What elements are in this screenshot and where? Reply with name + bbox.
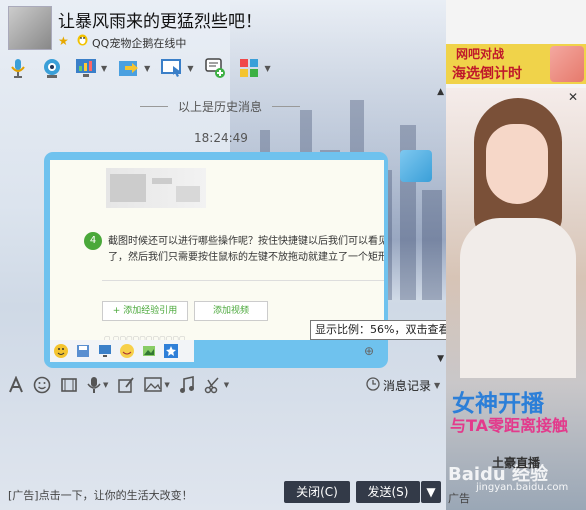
ad-banner-line1: 网吧对战 (456, 47, 505, 61)
music-icon[interactable] (179, 375, 195, 395)
chat-window: 让暴风雨来的更猛烈些吧！ ★ QQ宠物企鹅在线中 — ☐ ✕ ▼ (0, 0, 586, 510)
send-button[interactable]: 发送(S) (356, 481, 420, 503)
bottom-bar: [广告]点击一下，让你的生活大改变！ 关闭(C) 发送(S) ▼ (0, 478, 446, 510)
input-toolbar: ▼ ▼ ▼ 消息记录 ▼ (0, 370, 446, 400)
chevron-down-icon[interactable]: ▼ (187, 64, 193, 73)
voice-message-icon[interactable]: ▼ (87, 375, 108, 395)
ad-banner-line2: 海选倒计时 (452, 66, 522, 82)
more-apps-button[interactable]: ▼ (237, 55, 276, 81)
add-video-button: 添加视频 (194, 301, 268, 321)
screenshot-image[interactable]: 4 截图时候还可以进行哪些操作呢？按住快捷键以后我们可以看见我们的 了，然后我们… (50, 160, 384, 340)
step-description: 截图时候还可以进行哪些操作呢？按住快捷键以后我们可以看见我们的 了，然后我们只需… (108, 234, 384, 266)
chat-header: 让暴风雨来的更猛烈些吧！ ★ QQ宠物企鹅在线中 (0, 0, 446, 52)
chat-toolbar: ▼ ▼ ▼ ▼ (6, 54, 277, 82)
favorite-star-icon[interactable] (162, 342, 180, 360)
screenshot-thumbnail (106, 168, 206, 208)
add-app-icon (203, 57, 227, 79)
penguin-pet-icon (76, 33, 89, 49)
remote-desktop-button[interactable]: ▼ (74, 55, 113, 81)
message-area[interactable]: 以上是历史消息 18:24:49 ▲ ▼ 4 截图时候还可以进行哪些操作呢？按住… (0, 86, 477, 368)
scissors-icon[interactable]: ▼ (204, 375, 229, 395)
chevron-down-icon: ▼ (426, 485, 436, 499)
screen-icon[interactable] (96, 342, 114, 360)
screen-share-button[interactable]: ▼ (160, 55, 199, 81)
add-experience-button: + 添加经验引用 (102, 301, 188, 321)
message-timestamp: 18:24:49 (194, 131, 248, 145)
save-image-icon[interactable] (74, 342, 92, 360)
video-call-icon (40, 57, 64, 79)
screenshot-icon[interactable] (117, 375, 135, 395)
file-transfer-icon (117, 57, 141, 79)
scroll-down-icon[interactable]: ▼ (437, 354, 444, 364)
zoom-icon[interactable]: ⊕ (364, 344, 374, 358)
scroll-up-icon[interactable]: ▲ (437, 87, 444, 97)
message-history-button[interactable]: 消息记录 ▼ (366, 377, 440, 394)
chevron-down-icon[interactable]: ▼ (264, 64, 270, 73)
history-divider: 以上是历史消息 (130, 98, 310, 115)
font-icon[interactable] (8, 375, 24, 395)
close-button[interactable]: 关闭(C) (284, 481, 350, 503)
clock-icon (366, 377, 380, 394)
ad-logo: 土豪直播 (492, 456, 541, 470)
step-description-line: 了，然后我们只需要按住鼠标的左键不放拖动就建立了一个矩形的截图 (108, 252, 384, 263)
sender-avatar[interactable] (400, 150, 432, 182)
send-options-button[interactable]: ▼ (421, 481, 441, 503)
step-number-badge: 4 (84, 232, 102, 250)
ad-banner-character-image (550, 46, 584, 82)
ad-subheadline: 与TA零距离接触 (450, 416, 569, 435)
remote-desktop-icon (74, 57, 98, 79)
ad-banner[interactable]: 网吧对战 海选倒计时 (446, 44, 586, 84)
close-icon[interactable]: ✕ (568, 90, 578, 104)
image-icon[interactable]: ▼ (144, 375, 170, 395)
ad-panel: 网吧对战 海选倒计时 ✕ 女神开播 与TA零距离接触 Baidu 经验 土豪直播… (446, 0, 586, 510)
more-apps-icon (237, 57, 261, 79)
gif-icon[interactable] (60, 375, 78, 395)
emoji-add-icon[interactable] (52, 342, 70, 360)
chevron-down-icon[interactable]: ▼ (144, 64, 150, 73)
message-history-label: 消息记录 (383, 379, 432, 393)
ad-link[interactable]: [广告]点击一下，让你的生活大改变！ (8, 487, 193, 503)
divider-line (102, 280, 384, 281)
voice-call-button[interactable] (6, 55, 30, 81)
ad-photo[interactable]: ✕ 女神开播 与TA零距离接触 Baidu 经验 土豪直播 jingyan.ba… (446, 88, 586, 510)
contact-avatar[interactable] (8, 6, 52, 50)
chevron-down-icon[interactable]: ▼ (101, 64, 107, 73)
chevron-down-icon: ▼ (434, 381, 441, 390)
microphone-icon (6, 57, 30, 79)
emoji-icon[interactable] (33, 375, 51, 395)
contact-signature: 让暴风雨来的更猛烈些吧！ (58, 12, 262, 32)
ad-label: 广告 (448, 492, 470, 505)
image-action-bar (50, 340, 194, 362)
contact-status: QQ宠物企鹅在线中 (92, 37, 187, 50)
edit-image-icon[interactable] (140, 342, 158, 360)
file-transfer-button[interactable]: ▼ (117, 55, 156, 81)
baidu-watermark-url: jingyan.baidu.com (476, 482, 569, 493)
video-call-button[interactable] (40, 55, 64, 81)
add-app-button[interactable] (203, 55, 227, 81)
face-icon[interactable] (118, 342, 136, 360)
star-icon[interactable]: ★ (58, 34, 69, 48)
screen-share-icon (160, 57, 184, 79)
step-description-line: 截图时候还可以进行哪些操作呢？按住快捷键以后我们可以看见我们的 (108, 236, 384, 247)
ad-model-image (486, 124, 548, 204)
